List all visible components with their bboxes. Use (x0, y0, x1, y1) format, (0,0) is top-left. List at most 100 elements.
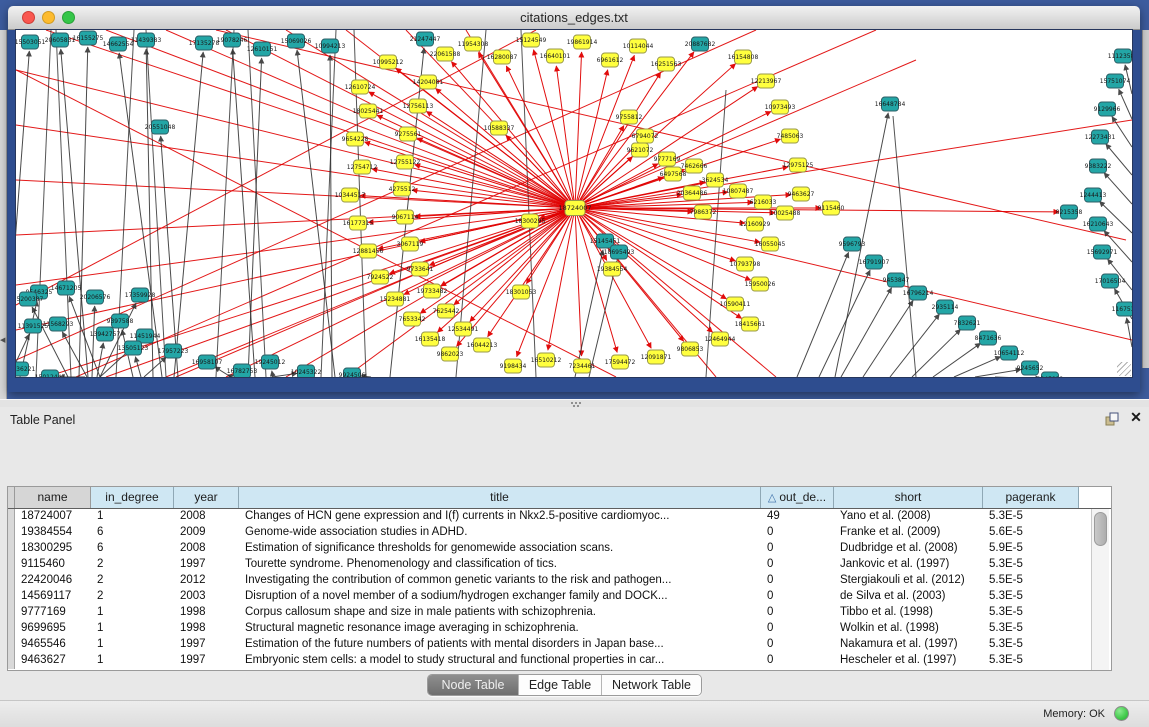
tab-edge-table[interactable]: Edge Table (518, 675, 601, 695)
graph-node-label: 22061588 (430, 51, 461, 58)
graph-node-label: 19078246 (217, 37, 248, 44)
memory-ok-icon[interactable] (1114, 706, 1129, 721)
tab-network-table[interactable]: Network Table (601, 675, 701, 695)
table-row[interactable]: 911546021997Tourette syndrome. Phenomeno… (8, 557, 1111, 573)
graph-node-label: 17359928 (125, 292, 156, 299)
black-edge[interactable] (912, 329, 961, 377)
graph-node-label: 20605831 (45, 37, 76, 44)
black-edge[interactable] (92, 306, 95, 377)
black-edge[interactable] (297, 50, 335, 377)
graph-node-label: 13942757 (90, 331, 121, 338)
black-edge[interactable] (863, 301, 913, 377)
scrollbar-thumb[interactable] (1094, 512, 1107, 546)
network-canvas[interactable]: 1099521212610724180254419654228127547121… (16, 30, 1132, 377)
red-edge[interactable] (575, 52, 581, 200)
window-resize-grip[interactable] (1117, 362, 1131, 376)
table-row[interactable]: 2242004622012Investigating the contribut… (8, 573, 1111, 589)
cell-in-degree: 1 (91, 605, 174, 621)
graph-node-label: 15751074 (1100, 78, 1131, 85)
column-header-out-degree[interactable]: △out_de... (761, 487, 834, 508)
cell-pagerank: 5.3E-5 (983, 653, 1079, 669)
cell-short: Franke et al. (2009) (834, 525, 983, 541)
column-header-in-degree[interactable]: in_degree (91, 487, 174, 508)
graph-node-label: 12213967 (751, 78, 782, 85)
graph-node-label: 16044213 (467, 342, 498, 349)
red-edge[interactable] (16, 30, 536, 305)
black-edge[interactable] (1106, 144, 1132, 175)
graph-node-label: 7625442 (433, 308, 460, 315)
black-edge[interactable] (1104, 173, 1132, 204)
table-row[interactable]: 1830029562008Estimation of significance … (8, 541, 1111, 557)
black-edge[interactable] (1127, 318, 1132, 347)
cell-short: Jankovic et al. (1997) (834, 557, 983, 573)
cell-out-degree: 0 (761, 589, 834, 605)
red-edge[interactable] (548, 216, 574, 350)
sort-ascending-icon: △ (768, 492, 776, 504)
graph-node-label: 12091871 (641, 354, 672, 361)
tab-node-table[interactable]: Node Table (428, 675, 518, 695)
cell-title: Corpus callosum shape and size in male p… (239, 605, 761, 621)
red-edge[interactable] (583, 210, 1132, 340)
network-graph[interactable]: 1099521212610724180254419654228127547121… (16, 30, 1132, 377)
graph-node-label: 16648784 (875, 101, 906, 108)
graph-node-label: 16510212 (531, 357, 562, 364)
red-edge[interactable] (16, 209, 567, 285)
column-header-title[interactable]: title (239, 487, 761, 508)
network-window-titlebar[interactable]: citations_edges.txt (8, 6, 1140, 30)
cell-title: Disruption of a novel member of a sodium… (239, 589, 761, 605)
cell-year: 1997 (174, 557, 239, 573)
table-row[interactable]: 1872400712008Changes of HCN gene express… (8, 509, 1111, 525)
black-edge[interactable] (135, 357, 141, 377)
horizontal-splitter[interactable] (0, 399, 1149, 407)
float-window-icon[interactable] (1104, 411, 1120, 427)
cell-name: 9463627 (15, 653, 91, 669)
black-edge[interactable] (797, 252, 849, 377)
table-scrollbar[interactable] (1091, 509, 1109, 670)
cell-out-degree: 0 (761, 653, 834, 669)
graph-node-label: 10245322 (291, 369, 322, 376)
cell-year: 2008 (174, 509, 239, 525)
black-edge[interactable] (79, 47, 88, 377)
column-header-name[interactable]: name (15, 487, 91, 508)
black-edge[interactable] (144, 357, 166, 377)
black-edge[interactable] (330, 55, 332, 377)
graph-node-label: 10994213 (315, 43, 346, 50)
graph-node-label: 15069026 (281, 38, 312, 45)
graph-node-label: 9924506 (339, 372, 366, 377)
table-row[interactable]: 977716911998Corpus callosum shape and si… (8, 605, 1111, 621)
black-edge[interactable] (216, 30, 234, 377)
red-edge[interactable] (556, 66, 574, 200)
black-edge[interactable] (975, 369, 1021, 377)
window-title: citations_edges.txt (8, 10, 1140, 25)
table-row[interactable]: 1938455462009Genome-wide association stu… (8, 525, 1111, 541)
black-edge[interactable] (248, 58, 262, 377)
graph-node-label: 9453847 (883, 277, 910, 284)
red-edge[interactable] (575, 216, 581, 356)
table-row[interactable]: 969969511998Structural magnetic resonanc… (8, 621, 1111, 637)
red-edge[interactable] (16, 180, 567, 208)
black-edge[interactable] (933, 343, 981, 377)
cell-name: 14569117 (15, 589, 91, 605)
close-icon[interactable]: ✕ (1128, 409, 1144, 425)
cell-title: Structural magnetic resonance image aver… (239, 621, 761, 637)
column-header-pagerank[interactable]: pagerank (983, 487, 1079, 508)
cell-pagerank: 5.3E-5 (983, 557, 1079, 573)
cell-short: Yano et al. (2008) (834, 509, 983, 525)
table-row[interactable]: 1456911722003Disruption of a novel membe… (8, 589, 1111, 605)
cell-in-degree: 1 (91, 653, 174, 669)
black-edge[interactable] (161, 136, 178, 377)
cell-in-degree: 1 (91, 621, 174, 637)
black-edge[interactable] (272, 371, 273, 377)
black-edge[interactable] (1119, 89, 1132, 119)
table-row[interactable]: 946362711997Embryonic stem cells: a mode… (8, 653, 1111, 669)
splitter-grip-icon[interactable] (571, 402, 573, 404)
collapse-left-arrow-icon[interactable]: ◀ (0, 336, 5, 344)
row-gutter (8, 637, 15, 653)
graph-node-label: 18415661 (735, 321, 766, 328)
table-row[interactable]: 946554611997Estimation of the future num… (8, 637, 1111, 653)
column-header-year[interactable]: year (174, 487, 239, 508)
black-edge[interactable] (841, 288, 892, 377)
column-header-short[interactable]: short (834, 487, 983, 508)
graph-node-label: 15012447 (35, 374, 66, 377)
black-edge[interactable] (819, 270, 870, 377)
